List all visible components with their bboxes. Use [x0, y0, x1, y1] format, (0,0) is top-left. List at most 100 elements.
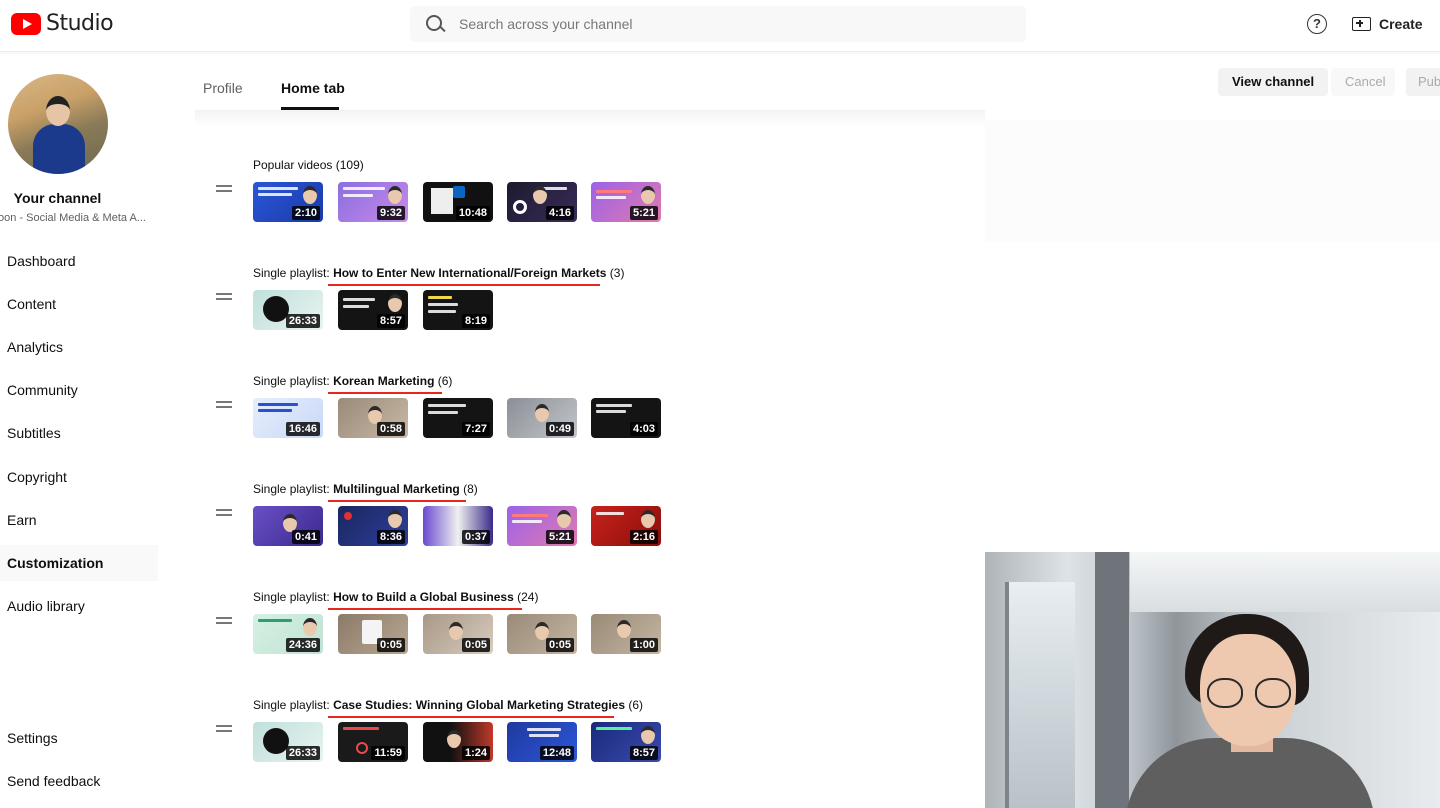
section-count: (6)	[628, 698, 644, 712]
video-duration: 2:10	[291, 206, 320, 220]
video-thumbnail[interactable]: 4:16	[507, 182, 577, 222]
playlist-name: Korean Marketing	[333, 374, 435, 388]
section-playlist-international-markets: Single playlist: How to Enter New Intern…	[210, 266, 810, 346]
video-thumbnail[interactable]: 10:48	[423, 182, 493, 222]
video-duration: 26:33	[285, 314, 320, 328]
video-duration: 24:36	[285, 638, 320, 652]
drag-handle-icon[interactable]	[216, 401, 232, 408]
video-duration: 0:58	[376, 422, 405, 436]
view-channel-button[interactable]: View channel	[1218, 68, 1329, 96]
tab-home[interactable]: Home tab	[281, 66, 345, 110]
video-duration: 1:00	[629, 638, 658, 652]
sidebar-item-settings[interactable]: Settings	[0, 720, 158, 756]
video-thumbnail[interactable]: 0:49	[507, 398, 577, 438]
glasses-left-lens	[1207, 678, 1243, 708]
drag-handle-icon[interactable]	[216, 509, 232, 516]
video-thumbnail[interactable]: 7:27	[423, 398, 493, 438]
sidebar-item-send-feedback[interactable]: Send feedback	[0, 763, 158, 799]
create-video-icon	[1352, 17, 1371, 31]
section-playlist-case-studies: Single playlist: Case Studies: Winning G…	[210, 698, 810, 778]
video-thumbnail[interactable]: 26:33	[253, 722, 323, 762]
video-thumbnail[interactable]: 4:03	[591, 398, 661, 438]
video-thumbnail[interactable]: 1:24	[423, 722, 493, 762]
sidebar-item-subtitles[interactable]: Subtitles	[0, 415, 158, 451]
search-input[interactable]	[454, 16, 994, 32]
playlist-name: Multilingual Marketing	[333, 482, 460, 496]
sidebar-item-customization[interactable]: Customization	[0, 545, 158, 581]
video-duration: 0:41	[291, 530, 320, 544]
sidebar-item-copyright[interactable]: Copyright	[0, 459, 158, 495]
video-thumbnail[interactable]: 26:33	[253, 290, 323, 330]
video-thumbnail[interactable]: 12:48	[507, 722, 577, 762]
video-thumbnail[interactable]: 0:05	[423, 614, 493, 654]
video-duration: 4:03	[629, 422, 658, 436]
section-prefix: Single playlist:	[253, 266, 330, 280]
video-thumbnail[interactable]: 5:21	[591, 182, 661, 222]
avatar-figure	[33, 124, 85, 174]
help-icon[interactable]: ?	[1307, 14, 1327, 34]
video-duration: 11:59	[371, 746, 405, 760]
sidebar-item-community[interactable]: Community	[0, 372, 158, 408]
video-duration: 8:19	[461, 314, 490, 328]
create-label: Create	[1379, 16, 1423, 32]
drag-handle-icon[interactable]	[216, 293, 232, 300]
video-duration: 8:36	[376, 530, 405, 544]
section-prefix: Single playlist:	[253, 698, 330, 712]
sidebar-item-earn[interactable]: Earn	[0, 502, 158, 538]
video-thumbnail[interactable]: 8:19	[423, 290, 493, 330]
video-thumbnail[interactable]: 2:10	[253, 182, 323, 222]
video-thumbnail[interactable]: 0:41	[253, 506, 323, 546]
drag-handle-icon[interactable]	[216, 185, 232, 192]
video-thumbnail[interactable]: 16:46	[253, 398, 323, 438]
sidebar: Your channel oon - Social Media & Meta A…	[0, 52, 160, 808]
search-icon[interactable]	[410, 6, 454, 42]
sidebar-item-dashboard[interactable]: Dashboard	[0, 243, 158, 279]
video-duration: 0:05	[461, 638, 490, 652]
video-thumbnail[interactable]: 9:32	[338, 182, 408, 222]
video-duration: 8:57	[629, 746, 658, 760]
section-playlist-multilingual-marketing: Single playlist: Multilingual Marketing …	[210, 482, 810, 562]
drag-handle-icon[interactable]	[216, 725, 232, 732]
section-prefix: Single playlist:	[253, 374, 330, 388]
sidebar-item-analytics[interactable]: Analytics	[0, 329, 158, 365]
video-thumbnail[interactable]: 8:57	[591, 722, 661, 762]
tab-divider	[195, 110, 985, 126]
section-title: Popular videos (109)	[253, 158, 364, 172]
top-bar: Studio ? Create	[0, 0, 1440, 52]
video-thumbnail[interactable]: 8:57	[338, 290, 408, 330]
webcam-background	[1130, 552, 1440, 612]
video-thumbnail[interactable]: 2:16	[591, 506, 661, 546]
video-thumbnail[interactable]: 5:21	[507, 506, 577, 546]
drag-handle-icon[interactable]	[216, 617, 232, 624]
section-prefix: Popular videos	[253, 158, 333, 172]
studio-logo[interactable]: Studio	[11, 11, 114, 36]
video-thumbnail[interactable]: 0:37	[423, 506, 493, 546]
create-button[interactable]: Create	[1348, 10, 1423, 38]
video-duration: 4:16	[545, 206, 574, 220]
sidebar-item-content[interactable]: Content	[0, 286, 158, 322]
video-duration: 16:46	[285, 422, 320, 436]
search-bar[interactable]	[410, 6, 1026, 42]
video-thumbnail[interactable]: 0:58	[338, 398, 408, 438]
video-thumbnail[interactable]: 0:05	[507, 614, 577, 654]
video-thumbnail[interactable]: 8:36	[338, 506, 408, 546]
sidebar-item-audio-library[interactable]: Audio library	[0, 588, 158, 624]
channel-avatar[interactable]	[8, 74, 108, 174]
section-playlist-global-business: Single playlist: How to Build a Global B…	[210, 590, 810, 670]
section-count: (6)	[437, 374, 453, 388]
video-thumbnail[interactable]: 24:36	[253, 614, 323, 654]
channel-name: oon - Social Media & Meta A...	[0, 212, 146, 224]
video-thumbnail[interactable]: 1:00	[591, 614, 661, 654]
video-thumbnail[interactable]: 11:59	[338, 722, 408, 762]
video-thumbnail[interactable]: 0:05	[338, 614, 408, 654]
section-title: Single playlist: How to Enter New Intern…	[253, 266, 624, 280]
video-duration: 26:33	[285, 746, 320, 760]
tab-profile[interactable]: Profile	[203, 66, 243, 110]
cancel-button[interactable]: Cancel	[1331, 68, 1395, 96]
your-channel-title: Your channel	[13, 190, 102, 206]
video-duration: 8:57	[376, 314, 405, 328]
section-count: (3)	[609, 266, 625, 280]
publish-button[interactable]: Pub	[1406, 68, 1440, 96]
video-duration: 5:21	[545, 530, 574, 544]
playlist-name: Case Studies: Winning Global Marketing S…	[333, 698, 626, 712]
